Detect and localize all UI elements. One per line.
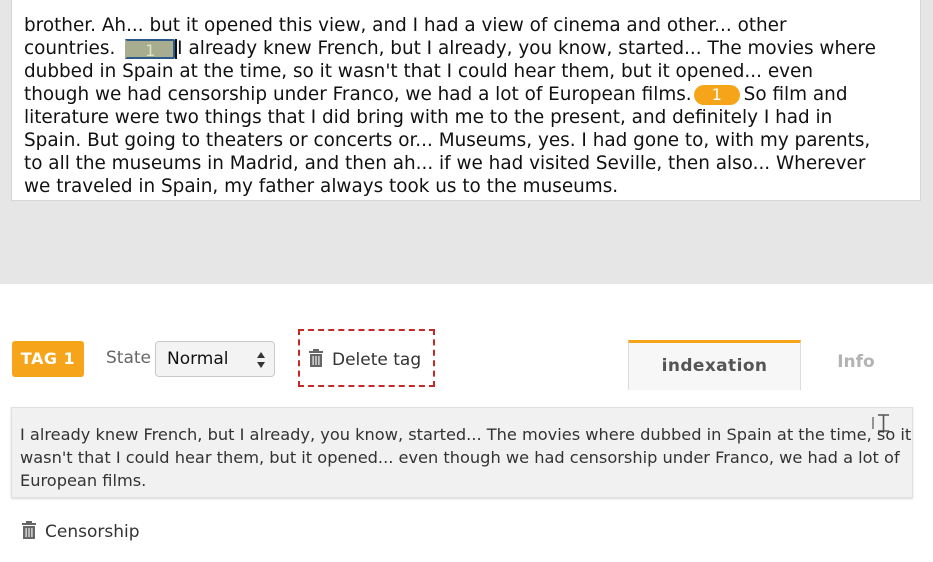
transcript-line: we traveled in Spain, my father always t…	[24, 176, 619, 197]
select-arrows-icon	[257, 350, 265, 370]
state-select-value: Normal	[167, 349, 229, 369]
tag-end-marker[interactable]: 1	[693, 85, 740, 105]
delete-tag-button[interactable]: Delete tag	[298, 329, 435, 387]
transcript-card: brother. Ah... but it opened this view, …	[11, 0, 921, 201]
tab-indexation[interactable]: indexation	[628, 340, 801, 390]
transcript-line: Spain. But going to theaters or concerts…	[24, 130, 871, 151]
transcript-segment: countries.	[24, 38, 116, 59]
trash-icon	[309, 349, 323, 371]
tag-quote-box[interactable]: I already knew French, but I already, yo…	[11, 407, 913, 498]
transcript-line: to all the museums in Madrid, and then a…	[24, 153, 866, 174]
quote-line: I already knew French, but I already, yo…	[20, 425, 912, 444]
indexation-item-label: Censorship	[45, 522, 140, 542]
tag-badge: TAG 1	[12, 341, 84, 377]
transcript-area: brother. Ah... but it opened this view, …	[0, 0, 933, 284]
transcript-line: dubbed in Spain at the time, so it wasn'…	[24, 61, 813, 82]
tab-info[interactable]: Info	[820, 352, 892, 372]
transcript-segment: So film and	[743, 84, 848, 105]
trash-icon[interactable]	[22, 521, 36, 543]
transcript-line: literature were two things that I did br…	[24, 107, 833, 128]
quote-line: European films.	[20, 471, 147, 490]
transcript-line: though we had censorship under Franco, w…	[24, 83, 914, 106]
quote-line: wasn't that I could hear them, but it op…	[20, 448, 900, 467]
state-select[interactable]: Normal	[155, 341, 275, 377]
tab-indexation-label: indexation	[661, 356, 768, 376]
transcript-segment: though we had censorship under Franco, w…	[24, 84, 692, 105]
transcript-line: countries. 1I already knew French, but I…	[24, 37, 914, 60]
delete-tag-label: Delete tag	[332, 350, 422, 370]
tag-quote-text: I already knew French, but I already, yo…	[20, 423, 912, 492]
transcript-segment: I already knew French, but I already, yo…	[177, 38, 876, 59]
tag-start-marker[interactable]: 1	[125, 39, 176, 60]
transcript-line: brother. Ah... but it opened this view, …	[24, 15, 787, 36]
state-label: State	[106, 348, 151, 368]
transcript-line	[24, 0, 914, 14]
transcript-text[interactable]: brother. Ah... but it opened this view, …	[24, 0, 914, 198]
